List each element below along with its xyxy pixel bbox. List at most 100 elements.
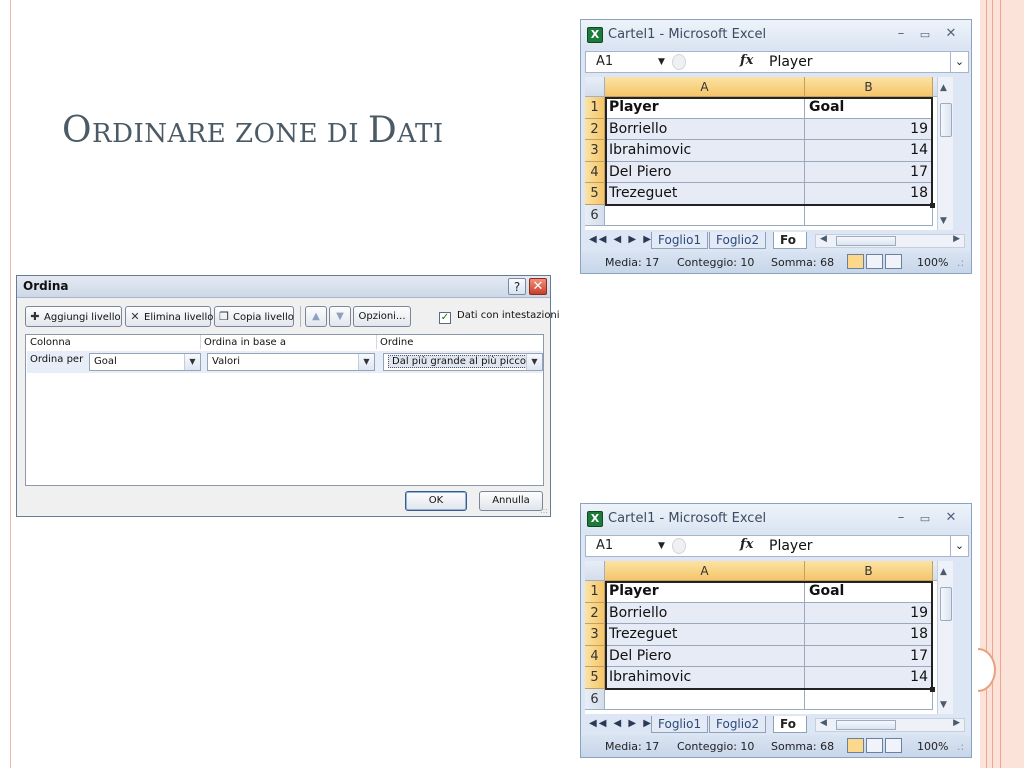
- scroll-right-icon[interactable]: ▶: [953, 718, 960, 728]
- close-icon[interactable]: ✕: [943, 26, 959, 41]
- scroll-thumb[interactable]: [940, 103, 952, 137]
- scroll-up-icon[interactable]: ▲: [940, 83, 947, 93]
- scroll-thumb[interactable]: [836, 236, 896, 246]
- page-layout-view-icon[interactable]: [866, 738, 883, 753]
- scroll-thumb[interactable]: [940, 587, 952, 621]
- close-icon[interactable]: ✕: [943, 510, 959, 525]
- chevron-down-icon[interactable]: ▼: [184, 354, 200, 370]
- close-icon[interactable]: ✕: [529, 278, 547, 295]
- sheet-tab-active[interactable]: Fo: [773, 232, 807, 249]
- cell[interactable]: Ibrahimovic: [605, 140, 805, 162]
- sort-level-row[interactable]: Ordina per Goal ▼ Valori ▼ Dal più grande …: [27, 351, 543, 373]
- scroll-down-icon[interactable]: ▼: [940, 700, 947, 710]
- horizontal-scrollbar[interactable]: ◀ ▶: [815, 718, 965, 732]
- chevron-down-icon[interactable]: ▼: [658, 57, 665, 67]
- resize-grip-icon[interactable]: .::: [540, 506, 548, 515]
- maximize-icon[interactable]: ▭: [917, 512, 933, 525]
- resize-grip-icon[interactable]: .:: [957, 740, 964, 753]
- page-break-view-icon[interactable]: [885, 254, 902, 269]
- scroll-down-icon[interactable]: ▼: [940, 216, 947, 226]
- cell[interactable]: Player: [605, 581, 805, 603]
- row-header[interactable]: 2: [585, 118, 605, 140]
- cell[interactable]: [605, 688, 805, 710]
- row-header[interactable]: 1: [585, 581, 605, 603]
- sheet-tab[interactable]: Foglio1: [651, 232, 709, 249]
- cell[interactable]: Borriello: [605, 602, 805, 624]
- cell[interactable]: 19: [805, 118, 933, 140]
- row-header[interactable]: 3: [585, 624, 605, 646]
- copy-level-button[interactable]: ❐ Copia livello: [214, 306, 294, 327]
- cell[interactable]: Del Piero: [605, 645, 805, 667]
- fill-handle[interactable]: [930, 203, 935, 208]
- cell[interactable]: 14: [805, 667, 933, 689]
- chevron-down-icon[interactable]: ▼: [358, 354, 374, 370]
- name-box[interactable]: A1: [596, 54, 613, 69]
- name-box[interactable]: A1: [596, 538, 613, 553]
- column-select[interactable]: Goal ▼: [89, 353, 201, 371]
- options-button[interactable]: Opzioni...: [353, 306, 411, 327]
- expand-formula-icon[interactable]: ⌄: [950, 52, 968, 72]
- row-header[interactable]: 4: [585, 645, 605, 667]
- page-break-view-icon[interactable]: [885, 738, 902, 753]
- row-header[interactable]: 2: [585, 602, 605, 624]
- maximize-icon[interactable]: ▭: [917, 28, 933, 41]
- scroll-right-icon[interactable]: ▶: [953, 234, 960, 244]
- normal-view-icon[interactable]: [847, 254, 864, 269]
- column-header-a[interactable]: A: [605, 77, 805, 97]
- row-header[interactable]: 6: [585, 688, 605, 710]
- worksheet-grid[interactable]: A B 1 Player Goal 2 Borriello 19 3 Ibrah…: [585, 77, 953, 230]
- sheet-tab[interactable]: Foglio2: [709, 716, 767, 733]
- ok-button[interactable]: OK: [405, 491, 467, 511]
- cell[interactable]: 17: [805, 161, 933, 183]
- worksheet-grid[interactable]: A B 1 Player Goal 2 Borriello 19 3 Treze…: [585, 561, 953, 714]
- cell[interactable]: Trezeguet: [605, 624, 805, 646]
- cell[interactable]: [805, 688, 933, 710]
- row-header[interactable]: 5: [585, 667, 605, 689]
- minimize-icon[interactable]: –: [893, 510, 909, 525]
- zoom-level[interactable]: 100%: [917, 256, 948, 269]
- cell[interactable]: Borriello: [605, 118, 805, 140]
- fx-icon[interactable]: fx: [740, 537, 753, 552]
- scroll-left-icon[interactable]: ◀: [820, 234, 827, 244]
- cell[interactable]: Goal: [805, 581, 933, 603]
- row-header[interactable]: 6: [585, 204, 605, 226]
- sheet-tab-active[interactable]: Fo: [773, 716, 807, 733]
- cell[interactable]: Player: [605, 97, 805, 119]
- row-header[interactable]: 1: [585, 97, 605, 119]
- fill-handle[interactable]: [930, 687, 935, 692]
- vertical-scrollbar[interactable]: ▲ ▼: [937, 77, 953, 230]
- help-icon[interactable]: ?: [508, 278, 526, 295]
- order-select[interactable]: Dal più grande al più piccolo ▼: [383, 353, 543, 371]
- fx-icon[interactable]: fx: [740, 53, 753, 68]
- cell[interactable]: Trezeguet: [605, 183, 805, 205]
- sort-on-select[interactable]: Valori ▼: [207, 353, 375, 371]
- zoom-level[interactable]: 100%: [917, 740, 948, 753]
- scroll-up-icon[interactable]: ▲: [940, 567, 947, 577]
- row-header[interactable]: 5: [585, 183, 605, 205]
- cell[interactable]: Goal: [805, 97, 933, 119]
- cell[interactable]: 14: [805, 140, 933, 162]
- cell[interactable]: [805, 204, 933, 226]
- cell[interactable]: Ibrahimovic: [605, 667, 805, 689]
- minimize-icon[interactable]: –: [893, 26, 909, 41]
- cell[interactable]: 18: [805, 183, 933, 205]
- formula-input[interactable]: Player: [769, 54, 813, 70]
- expand-formula-icon[interactable]: ⌄: [950, 536, 968, 556]
- cell[interactable]: 18: [805, 624, 933, 646]
- row-header[interactable]: 4: [585, 161, 605, 183]
- add-level-button[interactable]: ✚ Aggiungi livello: [25, 306, 122, 327]
- delete-level-button[interactable]: ✕ Elimina livello: [125, 306, 213, 327]
- cell[interactable]: [605, 204, 805, 226]
- move-down-button[interactable]: ▼: [329, 306, 351, 327]
- normal-view-icon[interactable]: [847, 738, 864, 753]
- page-layout-view-icon[interactable]: [866, 254, 883, 269]
- resize-grip-icon[interactable]: .:: [957, 256, 964, 269]
- scroll-thumb[interactable]: [836, 720, 896, 730]
- cell[interactable]: 17: [805, 645, 933, 667]
- checkbox-checked-icon[interactable]: ✓: [439, 312, 451, 324]
- vertical-scrollbar[interactable]: ▲ ▼: [937, 561, 953, 714]
- column-header-b[interactable]: B: [805, 561, 933, 581]
- select-all-corner[interactable]: [585, 561, 605, 581]
- sheet-tab[interactable]: Foglio1: [651, 716, 709, 733]
- has-headers-checkbox[interactable]: ✓ Dati con intestazioni: [439, 310, 560, 324]
